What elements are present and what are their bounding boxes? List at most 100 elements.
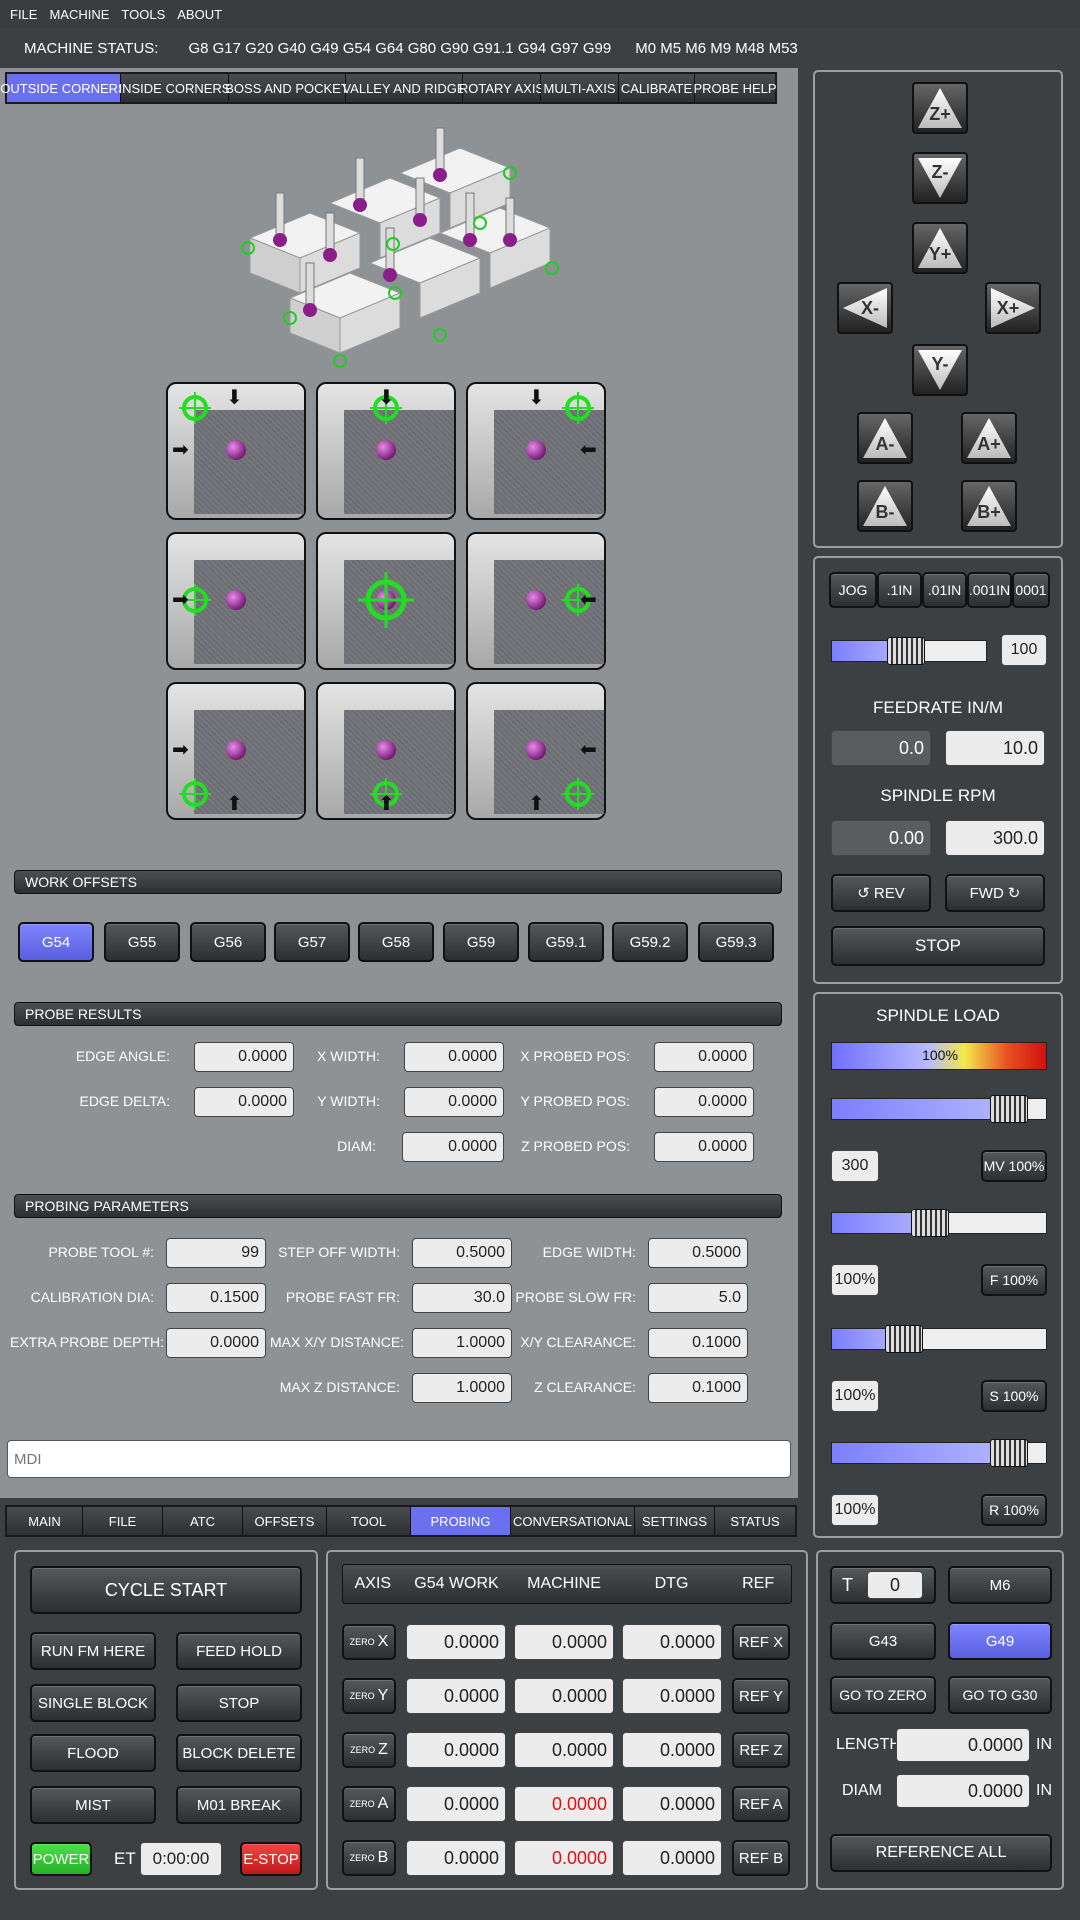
zero-z-button[interactable]: ZERO Z	[342, 1732, 396, 1768]
ref-z-button[interactable]: REF Z	[732, 1732, 790, 1768]
mv-reset-button[interactable]: MV 100%	[981, 1150, 1047, 1182]
offset-g54-button[interactable]: G54	[18, 922, 94, 962]
probe-edge-right-button[interactable]: ⬅	[466, 532, 606, 670]
feedrate-set-field[interactable]: 10.0	[945, 730, 1045, 766]
jog-a-plus-button[interactable]: A+	[961, 412, 1017, 464]
tab-valley-and-ridge[interactable]: VALLEY AND RIDGE	[342, 74, 466, 102]
reference-all-button[interactable]: REFERENCE ALL	[830, 1834, 1052, 1872]
menu-machine[interactable]: MACHINE	[49, 7, 109, 22]
feed-reset-button[interactable]: F 100%	[981, 1264, 1047, 1296]
probe-fast-fr-field[interactable]: 30.0	[412, 1283, 512, 1313]
jog-step-1-button[interactable]: .1IN	[877, 572, 922, 608]
tab-main[interactable]: MAIN	[7, 1507, 83, 1535]
ref-b-button[interactable]: REF B	[732, 1840, 790, 1876]
spindle-override-field[interactable]: 100%	[831, 1380, 879, 1412]
offset-g59-1-button[interactable]: G59.1	[528, 922, 604, 962]
dro-z-work[interactable]: 0.0000	[406, 1732, 506, 1768]
offset-g59-3-button[interactable]: G59.3	[698, 922, 774, 962]
zero-a-button[interactable]: ZERO A	[342, 1786, 396, 1822]
tool-number-field[interactable]: 0	[867, 1571, 923, 1599]
block-delete-button[interactable]: BLOCK DELETE	[176, 1734, 302, 1772]
power-button[interactable]: POWER	[30, 1842, 92, 1876]
tab-offsets[interactable]: OFFSETS	[243, 1507, 327, 1535]
offset-g58-button[interactable]: G58	[358, 922, 434, 962]
tab-probing[interactable]: PROBING	[411, 1507, 511, 1535]
x-width-field[interactable]: 0.0000	[404, 1042, 504, 1072]
spindle-reverse-button[interactable]: ↺ REV	[831, 874, 931, 912]
rapid-override-field[interactable]: 100%	[831, 1494, 879, 1526]
feed-override-field[interactable]: 100%	[831, 1264, 879, 1296]
zero-b-button[interactable]: ZERO B	[342, 1840, 396, 1876]
jog-step-01-button[interactable]: .01IN	[922, 572, 967, 608]
spindle-rpm-set-field[interactable]: 300.0	[945, 820, 1045, 856]
slider-handle[interactable]	[885, 1325, 923, 1353]
tab-rotary-axis[interactable]: ROTARY AXIS	[459, 74, 544, 102]
slider-handle[interactable]	[887, 637, 925, 665]
jog-y-plus-button[interactable]: Y+	[912, 222, 968, 274]
probe-center-button[interactable]	[316, 532, 456, 670]
feed-hold-button[interactable]: FEED HOLD	[176, 1632, 302, 1670]
zero-y-button[interactable]: ZERO Y	[342, 1678, 396, 1714]
probe-tool-field[interactable]: 99	[166, 1238, 266, 1268]
tab-outside-corners[interactable]: OUTSIDE CORNERS	[0, 74, 127, 102]
probe-corner-bottom-right-button[interactable]: ⬆ ⬅	[466, 682, 606, 820]
jog-z-plus-button[interactable]: Z+	[912, 82, 968, 134]
slider-handle[interactable]	[990, 1095, 1028, 1123]
ref-a-button[interactable]: REF A	[732, 1786, 790, 1822]
m01-break-button[interactable]: M01 BREAK	[176, 1786, 302, 1824]
xy-clearance-field[interactable]: 0.1000	[648, 1328, 748, 1358]
slider-handle[interactable]	[990, 1439, 1028, 1467]
probe-corner-top-left-button[interactable]: ⬇ ➡	[166, 382, 306, 520]
go-to-zero-button[interactable]: GO TO ZERO	[830, 1676, 936, 1714]
ref-x-button[interactable]: REF X	[732, 1624, 790, 1660]
step-off-width-field[interactable]: 0.5000	[412, 1238, 512, 1268]
edge-width-field[interactable]: 0.5000	[648, 1238, 748, 1268]
run-from-here-button[interactable]: RUN FM HERE	[30, 1632, 156, 1670]
jog-rate-slider[interactable]	[831, 637, 987, 665]
probe-edge-top-button[interactable]: ⬇	[316, 382, 456, 520]
calibration-dia-field[interactable]: 0.1500	[166, 1283, 266, 1313]
ref-y-button[interactable]: REF Y	[732, 1678, 790, 1714]
jog-b-minus-button[interactable]: B-	[857, 480, 913, 532]
g49-button[interactable]: G49	[948, 1622, 1052, 1660]
tool-length-field[interactable]: 0.0000	[896, 1728, 1030, 1762]
probe-corner-top-right-button[interactable]: ⬇ ⬅	[466, 382, 606, 520]
g43-button[interactable]: G43	[830, 1622, 936, 1660]
jog-z-minus-button[interactable]: Z-	[912, 152, 968, 204]
menu-about[interactable]: ABOUT	[177, 7, 222, 22]
offset-g55-button[interactable]: G55	[104, 922, 180, 962]
single-block-button[interactable]: SINGLE BLOCK	[30, 1684, 156, 1722]
spindle-stop-button[interactable]: STOP	[831, 926, 1045, 966]
mist-button[interactable]: MIST	[30, 1786, 156, 1824]
jog-continuous-button[interactable]: JOG	[829, 572, 877, 608]
spindle-override-slider[interactable]	[831, 1325, 1047, 1353]
dro-a-work[interactable]: 0.0000	[406, 1786, 506, 1822]
mv-override-field[interactable]: 300	[831, 1150, 879, 1182]
probe-edge-bottom-button[interactable]: ⬆	[316, 682, 456, 820]
jog-a-minus-button[interactable]: A-	[857, 412, 913, 464]
jog-x-minus-button[interactable]: X-	[837, 282, 893, 334]
slider-handle[interactable]	[911, 1209, 949, 1237]
dro-b-work[interactable]: 0.0000	[406, 1840, 506, 1876]
tab-inside-corners[interactable]: INSIDE CORNERS	[119, 74, 230, 102]
spindle-forward-button[interactable]: FWD ↻	[945, 874, 1045, 912]
probe-edge-left-button[interactable]: ➡	[166, 532, 306, 670]
cycle-start-button[interactable]: CYCLE START	[30, 1566, 302, 1614]
jog-step-0001-button[interactable]: 0001	[1012, 572, 1050, 608]
y-width-field[interactable]: 0.0000	[404, 1087, 504, 1117]
m6-button[interactable]: M6	[948, 1566, 1052, 1604]
probe-corner-bottom-left-button[interactable]: ⬆ ➡	[166, 682, 306, 820]
mdi-input[interactable]	[7, 1440, 791, 1478]
tab-multi-axis[interactable]: MULTI-AXIS	[541, 74, 619, 102]
diam-field[interactable]: 0.0000	[402, 1132, 504, 1162]
spindle-reset-button[interactable]: S 100%	[981, 1380, 1047, 1412]
jog-y-minus-button[interactable]: Y-	[912, 344, 968, 396]
jog-step-001-button[interactable]: .001IN	[967, 572, 1012, 608]
rapid-override-slider[interactable]	[831, 1439, 1047, 1467]
tab-atc[interactable]: ATC	[163, 1507, 243, 1535]
dro-x-work[interactable]: 0.0000	[406, 1624, 506, 1660]
extra-probe-depth-field[interactable]: 0.0000	[166, 1328, 266, 1358]
tab-file[interactable]: FILE	[83, 1507, 163, 1535]
z-clearance-field[interactable]: 0.1000	[648, 1373, 748, 1403]
dro-y-work[interactable]: 0.0000	[406, 1678, 506, 1714]
